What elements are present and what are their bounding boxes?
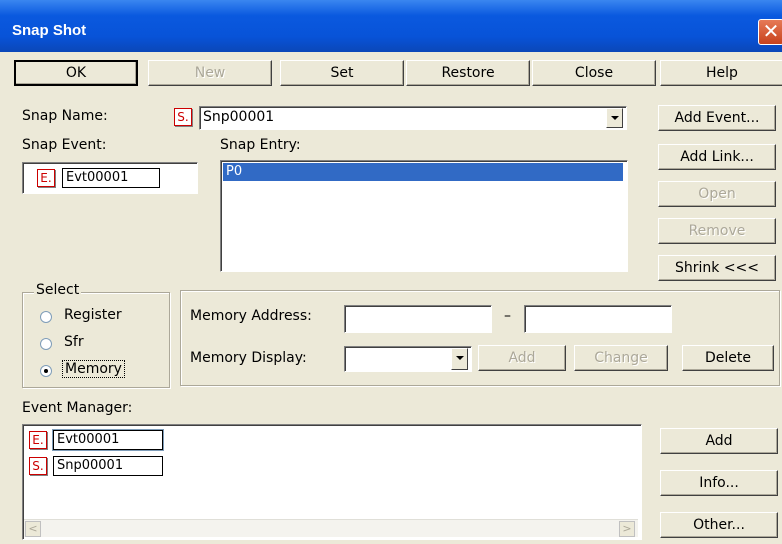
event-badge-icon: E. xyxy=(29,431,47,449)
radio-sfr-label[interactable]: Sfr xyxy=(64,334,84,350)
event-manager-label: Event Manager: xyxy=(22,400,133,416)
snap-name-combobox[interactable]: Snp00001 xyxy=(199,106,627,130)
list-item[interactable]: P0 xyxy=(223,163,623,181)
radio-sfr[interactable] xyxy=(40,338,52,350)
restore-button[interactable]: Restore xyxy=(406,60,530,86)
snap-event-box[interactable]: E. Evt00001 xyxy=(22,162,198,194)
snap-badge-icon: S. xyxy=(174,108,192,126)
new-button[interactable]: New xyxy=(148,60,272,86)
close-window-icon[interactable]: ✕ xyxy=(758,19,782,45)
help-button[interactable]: Help xyxy=(660,60,782,86)
memory-display-label: Memory Display: xyxy=(190,350,307,366)
horizontal-scrollbar[interactable]: < > xyxy=(24,519,638,537)
snap-name-label: Snap Name: xyxy=(22,108,108,124)
memory-address-to-input[interactable] xyxy=(524,305,672,333)
snap-entry-label: Snap Entry: xyxy=(220,137,301,153)
event-add-button[interactable]: Add xyxy=(660,428,778,454)
ok-button[interactable]: OK xyxy=(14,60,138,86)
remove-button[interactable]: Remove xyxy=(658,218,776,244)
set-button[interactable]: Set xyxy=(280,60,404,86)
shrink-button[interactable]: Shrink <<< xyxy=(658,255,776,281)
radio-memory[interactable] xyxy=(40,365,52,377)
memory-address-from-input[interactable] xyxy=(344,305,492,333)
memory-add-button[interactable]: Add xyxy=(478,345,566,371)
open-button[interactable]: Open xyxy=(658,181,776,207)
scroll-left-icon[interactable]: < xyxy=(25,521,41,537)
memory-change-button[interactable]: Change xyxy=(574,345,668,371)
chevron-down-icon[interactable] xyxy=(606,108,623,128)
event-manager-list[interactable]: E. Evt00001 S. Snp00001 < > xyxy=(22,424,642,540)
snap-event-label: Snap Event: xyxy=(22,137,107,153)
event-badge-icon: E. xyxy=(37,169,55,187)
address-separator: – xyxy=(504,308,511,324)
snap-entry-list[interactable]: P0 xyxy=(220,160,628,272)
radio-register[interactable] xyxy=(40,311,52,323)
window-title: Snap Shot xyxy=(12,22,87,39)
add-link-button[interactable]: Add Link... xyxy=(658,144,776,170)
title-bar: Snap Shot ✕ xyxy=(0,0,782,52)
select-group-title: Select xyxy=(34,282,82,298)
radio-memory-label[interactable]: Memory xyxy=(62,360,125,378)
memory-delete-button[interactable]: Delete xyxy=(682,345,774,371)
memory-display-combobox[interactable] xyxy=(344,346,472,372)
add-event-button[interactable]: Add Event... xyxy=(658,105,776,131)
snap-name-value: Snp00001 xyxy=(203,109,275,125)
event-manager-item[interactable]: Evt00001 xyxy=(53,430,163,450)
event-other-button[interactable]: Other... xyxy=(660,512,778,538)
snap-badge-icon: S. xyxy=(29,457,47,475)
chevron-down-icon[interactable] xyxy=(451,348,468,370)
radio-register-label[interactable]: Register xyxy=(64,307,122,323)
memory-address-label: Memory Address: xyxy=(190,308,312,324)
event-info-button[interactable]: Info... xyxy=(660,470,778,496)
scroll-right-icon[interactable]: > xyxy=(619,521,635,537)
event-manager-item[interactable]: Snp00001 xyxy=(53,456,163,476)
close-button[interactable]: Close xyxy=(532,60,656,86)
snap-event-name: Evt00001 xyxy=(62,168,160,188)
